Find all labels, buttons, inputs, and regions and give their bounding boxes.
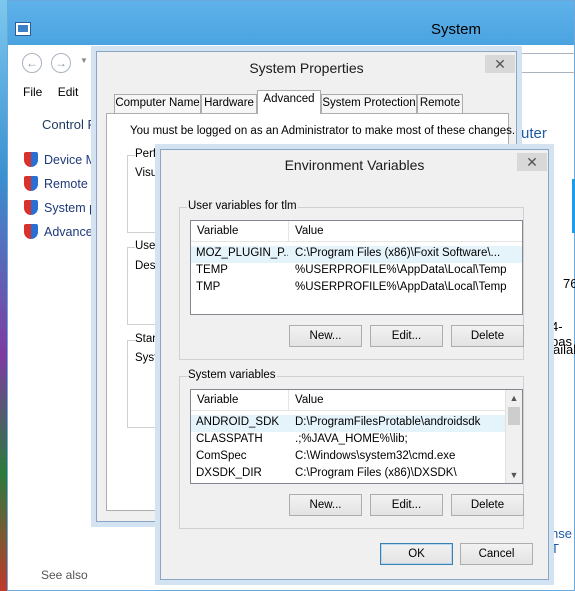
variable-value: D:\ProgramFilesProtable\androidsdk [295, 416, 481, 428]
system-variables-label: System variables [187, 369, 277, 381]
control-panel-home-link[interactable]: Control Pa [42, 117, 103, 132]
variable-value: C:\Windows\system32\cmd.exe [295, 450, 456, 462]
column-separator[interactable] [288, 390, 289, 411]
user-variables-label: User variables for tlm [187, 200, 298, 212]
recent-chevron-down-icon[interactable]: ▼ [80, 56, 88, 65]
shield-icon [24, 224, 38, 239]
variable-name: TEMP [196, 264, 228, 276]
column-separator[interactable] [288, 221, 289, 242]
tab-remote[interactable]: Remote [417, 94, 463, 113]
variable-name: DXSDK_DIR [196, 467, 262, 479]
variable-value: C:\Program Files (x86)\DXSDK\ [295, 467, 457, 479]
variable-value: %USERPROFILE%\AppData\Local\Temp [295, 264, 507, 276]
user-variables-list[interactable]: Variable Value MOZ_PLUGIN_P... C:\Progra… [190, 220, 523, 315]
tab-computer-name[interactable]: Computer Name [114, 94, 201, 113]
user-delete-button[interactable]: Delete [451, 325, 524, 347]
system-delete-button[interactable]: Delete [451, 494, 524, 516]
ram-fragment: 76 [563, 276, 575, 291]
column-value[interactable]: Value [295, 225, 324, 237]
scroll-down-arrow-icon[interactable]: ▼ [506, 467, 522, 483]
system-properties-title: System Properties [249, 60, 364, 76]
scrollbar-thumb[interactable] [508, 407, 520, 425]
list-header: Variable Value [191, 221, 522, 242]
column-value[interactable]: Value [295, 394, 324, 406]
address-bar[interactable] [518, 53, 575, 73]
close-icon[interactable]: ✕ [517, 153, 547, 171]
menu-file[interactable]: File [23, 85, 42, 99]
tab-advanced[interactable]: Advanced [257, 90, 321, 114]
user-new-button[interactable]: New... [289, 325, 362, 347]
column-variable[interactable]: Variable [197, 394, 238, 406]
variable-value: C:\Program Files (x86)\Foxit Software\..… [295, 247, 501, 259]
see-also-heading: See also [41, 568, 88, 582]
advanced-settings-label: Advanced [44, 225, 100, 239]
variable-name: ComSpec [196, 450, 247, 462]
system-app-icon [15, 22, 31, 36]
variable-value: %USERPROFILE%\AppData\Local\Temp [295, 281, 507, 293]
system-edit-button[interactable]: Edit... [370, 494, 443, 516]
environment-variables-title: Environment Variables [284, 157, 425, 173]
system-new-button[interactable]: New... [289, 494, 362, 516]
license-terms-fragment[interactable]: nse T [551, 526, 574, 556]
performance-label: Perfo [135, 148, 163, 160]
ok-button[interactable]: OK [380, 543, 453, 565]
variable-name: CLASSPATH [196, 433, 263, 445]
system-window-title: System [431, 21, 482, 38]
system-protection-link[interactable]: System pro [24, 200, 107, 215]
vertical-scrollbar[interactable]: ▲ ▼ [505, 390, 522, 483]
device-manager-label: Device Ma [44, 153, 104, 167]
variable-name: MOZ_PLUGIN_P... [196, 247, 288, 259]
shield-icon [24, 200, 38, 215]
shield-icon [24, 152, 38, 167]
environment-variables-dialog: Environment Variables ✕ User variables f… [160, 149, 549, 580]
menu-edit[interactable]: Edit [58, 85, 79, 99]
table-row[interactable]: ANDROID_SDK D:\ProgramFilesProtable\andr… [191, 415, 507, 432]
list-header: Variable Value [191, 390, 507, 411]
column-variable[interactable]: Variable [197, 225, 238, 237]
shield-icon [24, 176, 38, 191]
variable-name: ANDROID_SDK [196, 416, 280, 428]
table-row[interactable]: MOZ_PLUGIN_P... C:\Program Files (x86)\F… [191, 246, 522, 263]
table-row[interactable]: DXSDK_DIR C:\Program Files (x86)\DXSDK\ [191, 466, 507, 483]
variable-value: .;%JAVA_HOME%\lib; [295, 433, 408, 445]
tab-hardware[interactable]: Hardware [201, 94, 257, 113]
admin-notice: You must be logged on as an Administrato… [130, 125, 516, 137]
close-icon[interactable]: ✕ [485, 55, 515, 73]
table-row[interactable]: CLASSPATH .;%JAVA_HOME%\lib; [191, 432, 507, 449]
variable-name: TMP [196, 281, 221, 293]
computer-heading-fragment: uter [521, 125, 547, 142]
system-variables-list[interactable]: Variable Value ANDROID_SDK D:\ProgramFil… [190, 389, 523, 484]
device-manager-link[interactable]: Device Ma [24, 152, 103, 167]
pen-touch-fragment: ailab [553, 342, 575, 357]
tab-system-protection[interactable]: System Protection [321, 94, 417, 113]
back-arrow-icon[interactable]: ← [22, 53, 42, 73]
table-row[interactable]: TMP %USERPROFILE%\AppData\Local\Temp [191, 280, 522, 297]
desktop-settings-text: Desk [135, 260, 162, 272]
table-row[interactable]: ComSpec C:\Windows\system32\cmd.exe [191, 449, 507, 466]
remote-settings-link[interactable]: Remote se [24, 176, 104, 191]
cancel-button[interactable]: Cancel [460, 543, 533, 565]
forward-arrow-icon[interactable]: → [51, 53, 71, 73]
user-profiles-label: User [135, 240, 160, 252]
scroll-up-arrow-icon[interactable]: ▲ [506, 390, 522, 406]
user-edit-button[interactable]: Edit... [370, 325, 443, 347]
system-titlebar: System [8, 1, 574, 45]
table-row[interactable]: TEMP %USERPROFILE%\AppData\Local\Temp [191, 263, 522, 280]
advanced-settings-link[interactable]: Advanced [24, 224, 100, 239]
